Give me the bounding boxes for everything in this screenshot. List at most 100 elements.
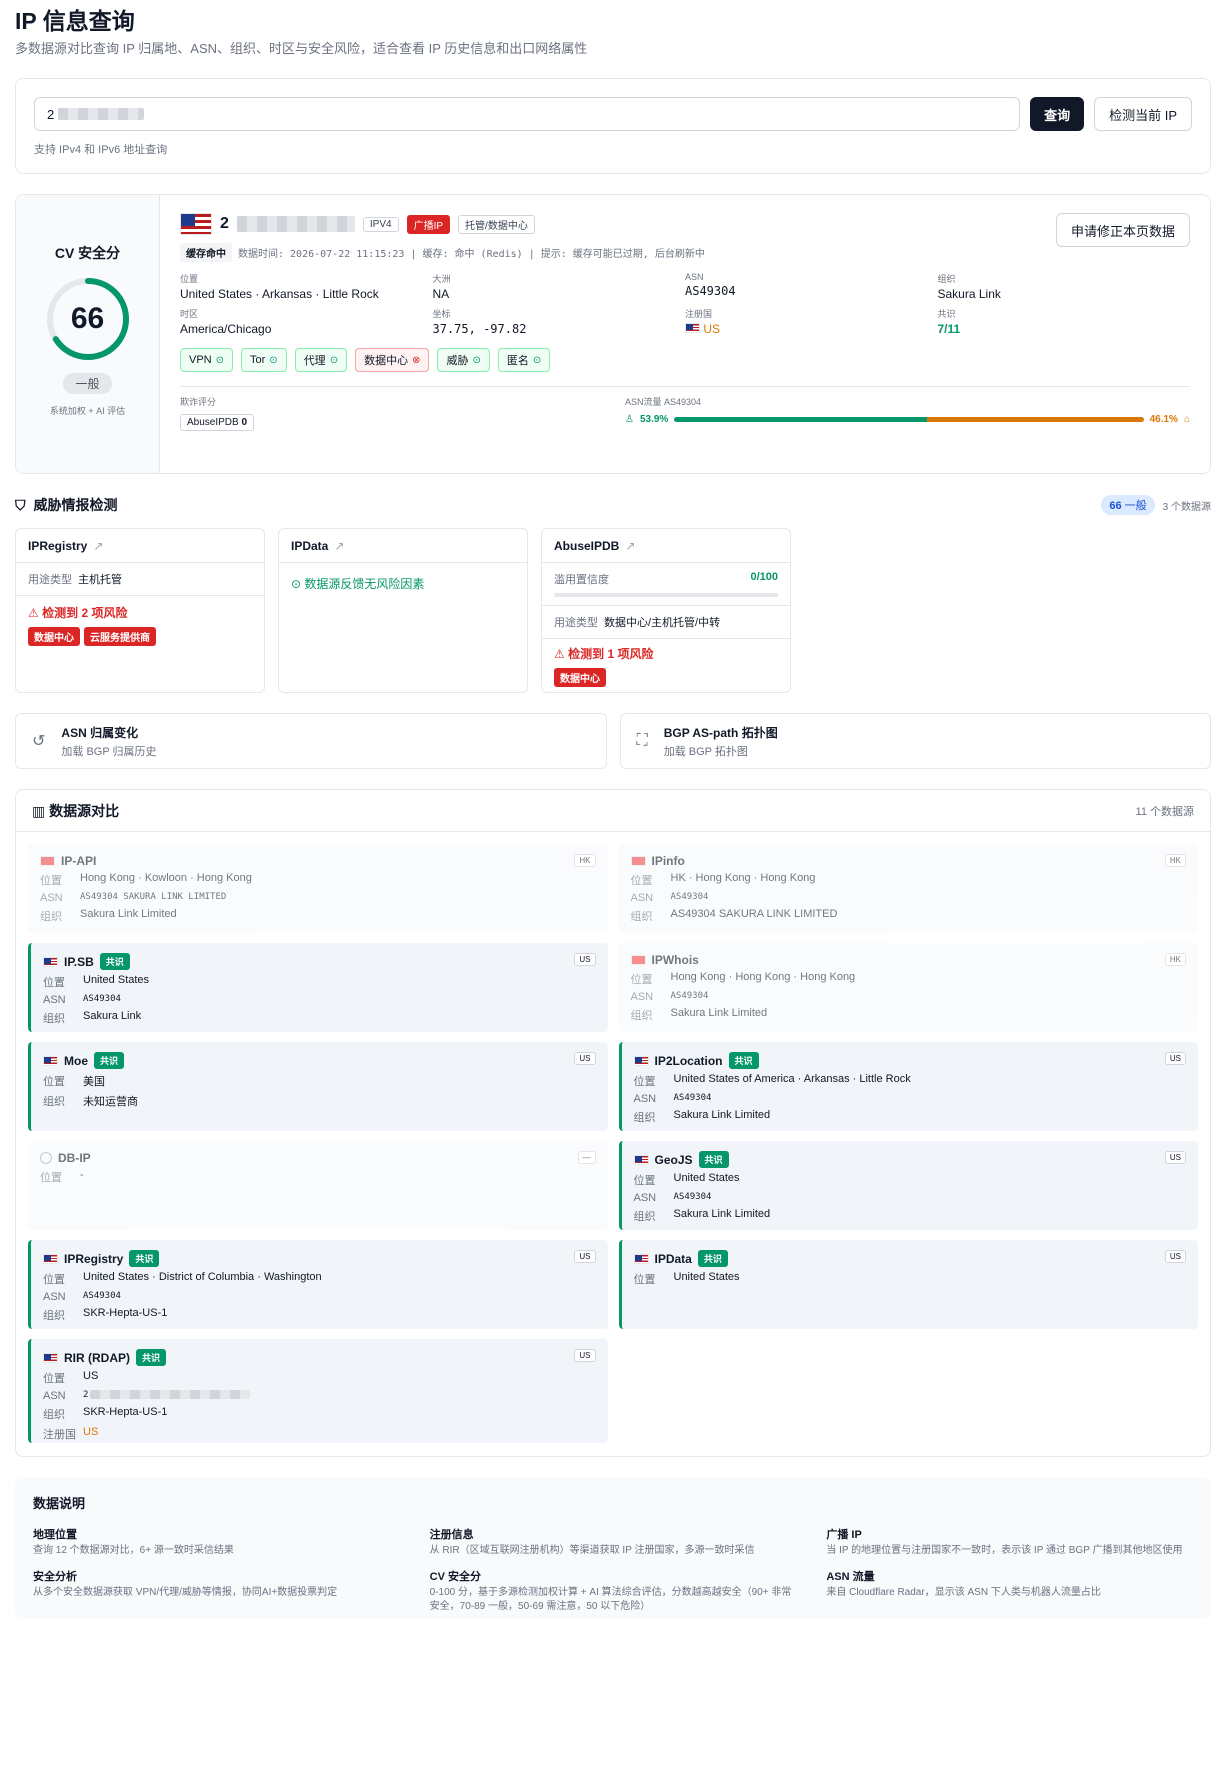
us-flag-icon (633, 1154, 649, 1165)
source-card-geojs: GeoJS 共识 US 位置 United States ASN AS49304 组织… (618, 1141, 1198, 1230)
fraud-score-badge: AbuseIPDB 0 (180, 414, 255, 431)
no-risk-text: 数据源反馈无风险因素 (304, 577, 425, 591)
threat-card-ipdata: IPData ↗ ⊙ 数据源反馈无风险因素 (278, 528, 528, 693)
warning-icon: ⚠ (554, 647, 565, 661)
us-flag-icon (180, 213, 212, 235)
search-panel: 2 查询 检测当前 IP 支持 IPv4 和 IPv6 地址查询 (15, 78, 1211, 174)
score-label: CV 安全分 (54, 245, 121, 261)
source-card-rir-rdap: RIR (RDAP) 共识 US 位置 US ASN 2 组织 SKR-Hepta-US… (28, 1339, 608, 1443)
country-code: US (1164, 1151, 1186, 1164)
us-flag-icon (43, 1352, 58, 1363)
org-value: 未知运营商 (83, 1096, 138, 1108)
country-code: — (577, 1151, 596, 1164)
source-name: IPWhois (651, 953, 699, 967)
hk-flag-icon (40, 856, 55, 866)
org-value: SKR-Hepta-US-1 (83, 1307, 168, 1319)
country-code: US (574, 1349, 596, 1362)
threat-source-count: 3 个数据源 (1162, 501, 1211, 513)
asn-history-subtitle: 加载 BGP 归属历史 (61, 745, 157, 758)
source-card-db-ip: DB-IP — 位置 - (28, 1141, 608, 1230)
source-name: IPRegistry (64, 1251, 124, 1266)
redacted-ip (236, 216, 355, 232)
check-circle-icon: ⊙ (291, 577, 302, 591)
check-circle-icon: ⊙ (269, 354, 278, 366)
field-label: ASN (685, 272, 704, 282)
consensus-badge: 共识 (698, 1151, 729, 1168)
consensus-badge: 共识 (129, 1250, 160, 1267)
ip-input-value: 2 (47, 106, 55, 122)
risk-chip: 代理 ⊙ (294, 348, 348, 372)
source-card-ipdata: IPData 共识 US 位置 United States (618, 1240, 1198, 1329)
history-icon: ↺ (32, 733, 46, 750)
request-correction-button[interactable]: 申请修正本页数据 (1055, 213, 1190, 247)
score-value: 66 (70, 302, 105, 335)
page-subtitle: 多数据源对比查询 IP 归属地、ASN、组织、时区与安全风险，适合查看 IP 历… (15, 41, 588, 56)
consensus-value: 7/11 (937, 322, 961, 336)
field-label: 位置 (180, 274, 199, 284)
external-link-icon[interactable]: ↗ (625, 539, 635, 553)
check-circle-icon: ⊙ (532, 354, 542, 366)
note-item: 注册信息从 RIR（区域互联网注册机构）等渠道获取 IP 注册国家，多源一致时采… (429, 1529, 755, 1556)
page-header: IP 信息查询 多数据源对比查询 IP 归属地、ASN、组织、时区与安全风险，适… (15, 0, 1211, 70)
consensus-badge: 共识 (94, 1052, 125, 1069)
asn-value: AS49304 (673, 1192, 712, 1202)
timezone-value: America/Chicago (180, 322, 272, 336)
location-value: United States · District of Columbia · W… (83, 1271, 322, 1283)
abuse-label: 滥用置信度 (554, 574, 609, 586)
ip-version-badge: IPV4 (362, 216, 399, 232)
ip-address: 2 (220, 215, 229, 232)
comparison-title: 数据源对比 (49, 802, 120, 819)
hk-flag-icon (630, 955, 646, 965)
asn-history-title: ASN 归属变化 (61, 725, 139, 740)
abuse-value: 0/100 (750, 571, 778, 583)
country-code: US (574, 1250, 596, 1263)
check-circle-icon: ⊙ (472, 354, 481, 366)
us-flag-icon (685, 323, 700, 333)
risk-chip: 匿名 ⊙ (497, 348, 551, 372)
query-button[interactable]: 查询 (1030, 97, 1085, 131)
hk-flag-icon (630, 856, 646, 866)
note-item: 安全分析 从多个安全数据源获取 VPN/代理/威胁等情报，协同AI+数据投票判定 (33, 1571, 338, 1598)
location-value: US (83, 1370, 99, 1382)
risk-chips: VPN ⊙ Tor ⊙ 代理 ⊙ 数据中心 ⊗ 威胁 ⊙ 匿名 ⊙ (180, 348, 1190, 372)
source-card-ip-api: IP-API HK 位置 Hong Kong · Kowloon · Hong K… (28, 844, 608, 933)
continent-value: NA (432, 287, 450, 301)
external-link-icon[interactable]: ↗ (93, 539, 103, 553)
detect-current-ip-button[interactable]: 检测当前 IP (1094, 97, 1192, 131)
risk-chip: Tor ⊙ (241, 348, 287, 372)
external-link-icon[interactable]: ↗ (334, 539, 344, 553)
bgp-topology-card[interactable]: ⛶ BGP AS-path 拓扑图 加载 BGP 拓扑图 (619, 713, 1211, 769)
country-code: US (574, 1052, 596, 1065)
x-circle-icon: ⊗ (412, 354, 421, 366)
risk-summary: 检测到 2 项风险 (42, 606, 128, 620)
registry-country-value: US (703, 322, 721, 336)
usage-type-value: 数据中心/主机托管/中转 (604, 617, 721, 629)
source-card-ipregistry: IPRegistry 共识 US 位置 United States · Distri… (28, 1240, 608, 1329)
ip-search-input[interactable]: 2 (34, 97, 1021, 131)
threat-card-ipregistry: IPRegistry ↗ 用途类型 主机托管 ⚠ 检测到 2 项风险 数据中心 云服务… (15, 528, 265, 693)
cache-badge: 缓存命中 (180, 243, 232, 262)
note-item: 广播 IP 当 IP 的地理位置与注册国家不一致时，表示该 IP 通过 BGP 广… (826, 1529, 1183, 1556)
consensus-badge: 共识 (697, 1250, 728, 1267)
bgp-topology-subtitle: 加载 BGP 拓扑图 (663, 745, 748, 758)
security-score-panel: CV 安全分 66 一般 系统加权 + AI 评估 (16, 195, 160, 473)
threat-title: 威胁情报检测 (33, 497, 118, 513)
country-code: US (1164, 1052, 1186, 1065)
redacted-ip (58, 108, 145, 120)
risk-tag: 数据中心 (554, 668, 606, 687)
hosting-badge: 托管/数据中心 (458, 214, 535, 234)
source-count: 11 个数据源 (1135, 805, 1194, 818)
page-title: IP 信息查询 (15, 8, 135, 34)
source-name: IPData (654, 1251, 692, 1266)
us-flag-icon (633, 1055, 649, 1066)
usage-type-label: 用途类型 (28, 574, 72, 586)
threat-header: ⛉ 威胁情报检测 66 一般 3 个数据源 (15, 494, 1211, 516)
country-code: US (574, 953, 596, 966)
asn-history-card[interactable]: ↺ ASN 归属变化加载 BGP 归属历史 (15, 713, 607, 769)
country-code: HK (1164, 854, 1186, 867)
ip-fields: 位置 United States · Arkansas · Little Rock… (180, 272, 1190, 336)
org-value: Sakura Link (937, 287, 1001, 301)
consensus-badge: 共识 (728, 1052, 759, 1069)
us-flag-icon (633, 1253, 649, 1264)
source-name: Moe (64, 1053, 88, 1068)
